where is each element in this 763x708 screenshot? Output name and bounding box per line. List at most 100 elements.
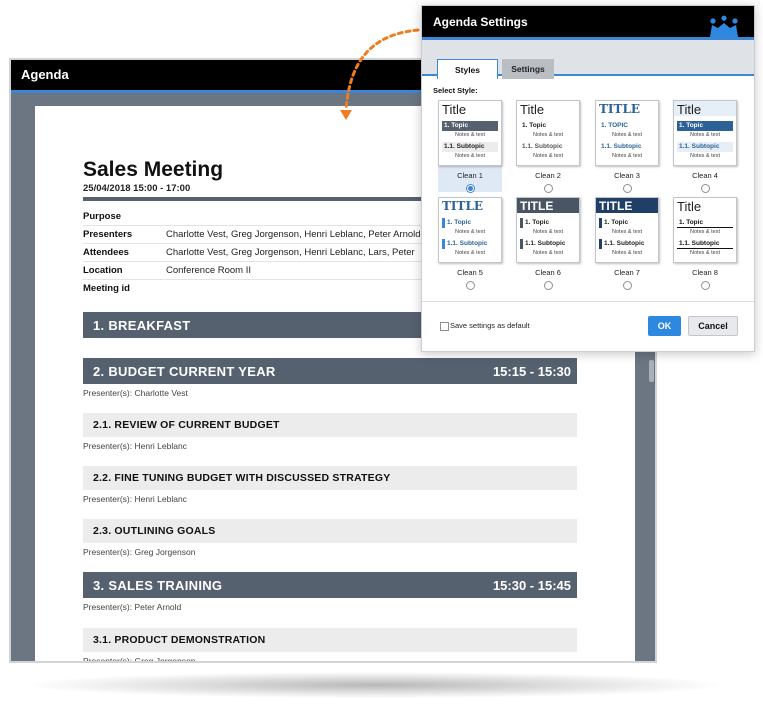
style-option-6[interactable]: TITLE 1. Topic Notes & text 1.1. Subtopic No… — [516, 197, 580, 290]
thumbnail-subtopic: 1.1. Subtopic — [677, 239, 733, 249]
thumbnail-title: TITLE — [599, 199, 633, 213]
section-title: 2. BUDGET CURRENT YEAR — [93, 364, 276, 379]
style-radio[interactable] — [701, 184, 710, 193]
section-bar: 3. SALES TRAINING 15:30 - 15:45 — [83, 572, 577, 598]
thumbnail-topic: 1. Topic — [677, 121, 733, 131]
thumbnail-notes: Notes & text — [455, 229, 485, 235]
info-label: Purpose — [83, 211, 122, 222]
settings-titlebar: Agenda Settings — [422, 6, 754, 40]
dialog-divider — [422, 301, 754, 302]
style-option-2[interactable]: Title 1. Topic Notes & text 1.1. Subtopic No… — [516, 100, 580, 193]
cancel-button[interactable]: Cancel — [688, 316, 738, 336]
presenter-text: Presenter(s): Greg Jorgenson — [83, 656, 196, 663]
subsection-bar: 2.1. REVIEW OF CURRENT BUDGET — [83, 413, 577, 437]
thumbnail-title: Title — [442, 102, 467, 117]
drop-shadow — [30, 672, 720, 698]
style-option-8[interactable]: Title 1. Topic Notes & text 1.1. Subtopic No… — [673, 197, 737, 290]
thumbnail-topic: 1. Topic — [442, 121, 498, 131]
thumbnail-subtopic: 1.1. Subtopic — [601, 143, 642, 150]
thumbnail-notes: Notes & text — [455, 153, 485, 159]
style-thumbnail[interactable]: TITLE 1. Topic Notes & text 1.1. Subtopic No… — [438, 197, 502, 263]
style-thumbnail[interactable]: Title 1. Topic Notes & text 1.1. Subtopic No… — [673, 197, 737, 263]
thumbnail-title: Title — [677, 102, 702, 117]
meeting-date: 25/04/2018 15:00 - 17:00 — [83, 183, 191, 194]
style-label: Clean 1 — [457, 171, 483, 180]
info-label: Meeting id — [83, 283, 130, 294]
scrollbar-thumb[interactable] — [649, 360, 654, 382]
thumbnail-notes: Notes & text — [455, 132, 485, 138]
thumbnail-subtopic: 1.1. Subtopic — [442, 142, 498, 152]
style-radio[interactable] — [623, 184, 632, 193]
thumbnail-title: TITLE — [520, 199, 554, 213]
style-thumbnail[interactable]: TITLE 1. Topic Notes & text 1.1. Subtopic No… — [595, 197, 659, 263]
thumbnail-topic: 1. Topic — [442, 218, 498, 228]
connector-arrow — [340, 28, 420, 120]
style-label: Clean 7 — [614, 268, 640, 277]
thumbnail-topic: 1. Topic — [677, 218, 733, 228]
tab-styles[interactable]: Styles — [437, 59, 498, 79]
thumbnail-notes: Notes & text — [612, 229, 642, 235]
presenter-text: Presenter(s): Charlotte Vest — [83, 388, 188, 398]
info-value: Charlotte Vest, Greg Jorgenson, Henri Le… — [166, 247, 415, 258]
style-radio[interactable] — [466, 281, 475, 290]
thumbnail-notes: Notes & text — [455, 250, 485, 256]
style-thumbnail[interactable]: TITLE 1. TOPIC Notes & text 1.1. Subtopic No… — [595, 100, 659, 166]
select-style-label: Select Style: — [433, 86, 478, 95]
info-value: Charlotte Vest, Greg Jorgenson, Henri Le… — [166, 229, 421, 240]
style-radio[interactable] — [701, 281, 710, 290]
style-label: Clean 3 — [614, 171, 640, 180]
section-bar: 2. BUDGET CURRENT YEAR 15:15 - 15:30 — [83, 358, 577, 384]
thumbnail-notes: Notes & text — [690, 250, 720, 256]
thumbnail-subtopic: 1.1. Subtopic — [677, 142, 733, 152]
style-option-7[interactable]: TITLE 1. Topic Notes & text 1.1. Subtopic No… — [595, 197, 659, 290]
save-default-checkbox[interactable] — [440, 322, 449, 331]
subsection-title: 2.3. OUTLINING GOALS — [93, 525, 216, 537]
subsection-title: 2.1. REVIEW OF CURRENT BUDGET — [93, 419, 280, 431]
subsection-bar: 3.1. PRODUCT DEMONSTRATION — [83, 628, 577, 652]
style-option-1[interactable]: Title 1. Topic Notes & text 1.1. Subtopic No… — [438, 100, 502, 193]
style-label: Clean 2 — [535, 171, 561, 180]
style-radio[interactable] — [466, 184, 475, 193]
style-option-4[interactable]: Title 1. Topic Notes & text 1.1. Subtopic No… — [673, 100, 737, 193]
style-thumbnail[interactable]: TITLE 1. Topic Notes & text 1.1. Subtopic No… — [516, 197, 580, 263]
style-option-5[interactable]: TITLE 1. Topic Notes & text 1.1. Subtopic No… — [438, 197, 502, 290]
thumbnail-notes: Notes & text — [690, 132, 720, 138]
style-thumbnail[interactable]: Title 1. Topic Notes & text 1.1. Subtopic No… — [516, 100, 580, 166]
thumbnail-topic: 1. TOPIC — [601, 122, 628, 129]
thumbnail-notes: Notes & text — [690, 229, 720, 235]
thumbnail-subtopic: 1.1. Subtopic — [522, 143, 563, 150]
thumbnail-notes: Notes & text — [533, 153, 563, 159]
section-time: 15:15 - 15:30 — [492, 364, 571, 379]
style-option-3[interactable]: TITLE 1. TOPIC Notes & text 1.1. Subtopic No… — [595, 100, 659, 193]
thumbnail-notes: Notes & text — [612, 153, 642, 159]
thumbnail-title: Title — [677, 199, 702, 214]
thumbnail-notes: Notes & text — [533, 250, 563, 256]
thumbnail-notes: Notes & text — [612, 250, 642, 256]
subsection-title: 2.2. FINE TUNING BUDGET WITH DISCUSSED S… — [93, 472, 391, 484]
style-thumbnail[interactable]: Title 1. Topic Notes & text 1.1. Subtopic No… — [673, 100, 737, 166]
subsection-bar: 2.3. OUTLINING GOALS — [83, 519, 577, 543]
thumbnail-title: TITLE — [442, 199, 484, 213]
thumbnail-topic: 1. Topic — [599, 218, 655, 228]
style-label: Clean 8 — [692, 268, 718, 277]
thumbnail-notes: Notes & text — [533, 132, 563, 138]
presenter-text: Presenter(s): Henri Leblanc — [83, 441, 187, 451]
style-radio[interactable] — [623, 281, 632, 290]
presenter-text: Presenter(s): Henri Leblanc — [83, 494, 187, 504]
tabs-strip: Styles Settings — [422, 40, 754, 79]
section-title: 1. BREAKFAST — [93, 318, 191, 333]
presenter-text: Presenter(s): Greg Jorgenson — [83, 547, 196, 557]
style-radio[interactable] — [544, 281, 553, 290]
style-radio[interactable] — [544, 184, 553, 193]
section-time: 15:30 - 15:45 — [492, 578, 571, 593]
section-title: 3. SALES TRAINING — [93, 578, 223, 593]
ok-button[interactable]: OK — [648, 316, 681, 336]
tab-settings[interactable]: Settings — [502, 59, 554, 79]
thumbnail-notes: Notes & text — [690, 153, 720, 159]
thumbnail-subtopic: 1.1. Subtopic — [599, 239, 655, 249]
thumbnail-subtopic: 1.1. Subtopic — [442, 239, 498, 249]
settings-dialog-title: Agenda Settings — [433, 15, 528, 29]
style-thumbnail[interactable]: Title 1. Topic Notes & text 1.1. Subtopic No… — [438, 100, 502, 166]
save-default-label: Save settings as default — [450, 321, 530, 330]
agenda-window-title: Agenda — [21, 67, 69, 82]
